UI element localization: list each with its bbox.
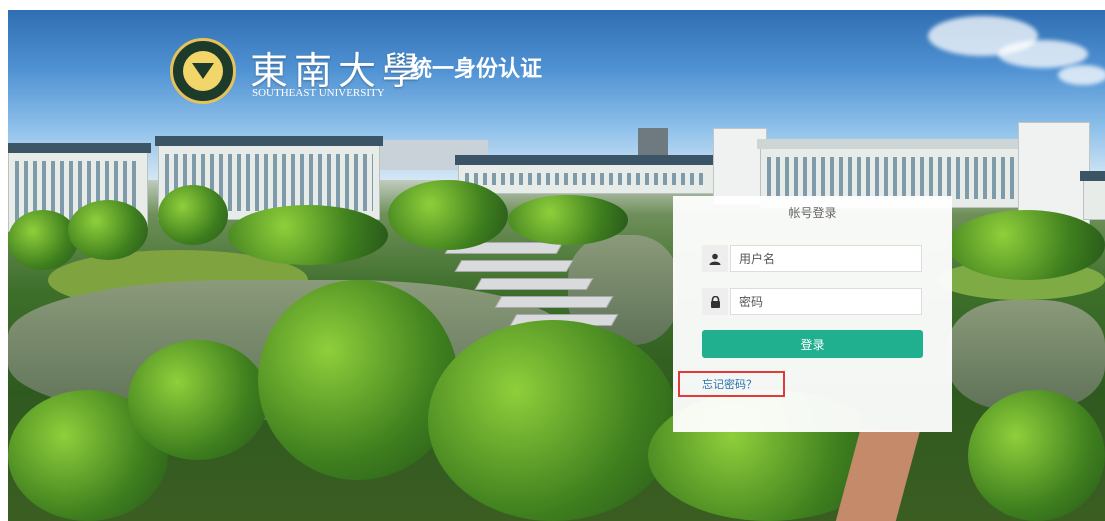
tree — [258, 280, 458, 480]
cloud — [998, 40, 1088, 68]
tree — [428, 320, 678, 521]
password-input[interactable] — [730, 288, 922, 315]
username-input[interactable] — [730, 245, 922, 272]
login-title: 帐号登录 — [788, 206, 837, 220]
login-panel: 帐号登录 登录 忘记密码？ — [673, 196, 952, 432]
username-field — [702, 245, 922, 272]
lock-icon — [702, 288, 728, 315]
tree — [128, 340, 268, 460]
tree — [968, 390, 1105, 521]
cloud — [1058, 65, 1105, 85]
system-title: 统一身份认证 — [410, 57, 543, 82]
zigzag-bridge — [494, 296, 614, 308]
tree — [508, 195, 628, 245]
building-center — [455, 155, 718, 194]
background-photo: 東南大學 SOUTHEAST UNIVERSITY 统一身份认证 帐号登录 登录… — [8, 10, 1105, 521]
university-seal — [170, 38, 236, 104]
zigzag-bridge — [474, 278, 594, 290]
tree — [158, 185, 228, 245]
password-field — [702, 288, 922, 315]
tree — [68, 200, 148, 260]
login-button[interactable]: 登录 — [702, 330, 923, 358]
user-icon — [702, 245, 728, 272]
zigzag-bridge — [454, 260, 574, 272]
tree — [228, 205, 388, 265]
building-edge — [1080, 171, 1105, 220]
forgot-password-link[interactable]: 忘记密码？ — [678, 371, 785, 397]
tree — [8, 210, 78, 270]
tree — [948, 210, 1105, 280]
tree — [388, 180, 508, 250]
university-name-en: SOUTHEAST UNIVERSITY — [252, 87, 385, 99]
